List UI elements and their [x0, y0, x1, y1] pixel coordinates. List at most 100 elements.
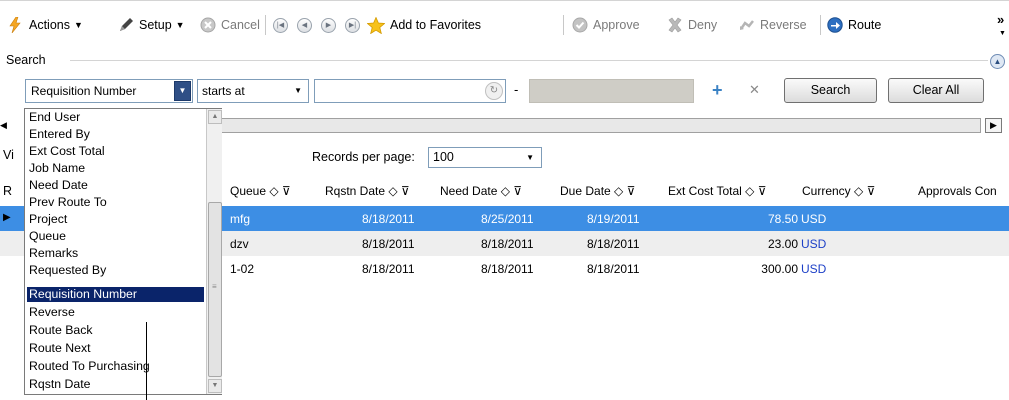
scroll-down-icon[interactable]: ▼ [208, 379, 222, 393]
search-panel-header: Search ▲ [0, 50, 1009, 72]
rqstn-date-cell: 8/18/2011 [362, 212, 415, 226]
column-label: Queue [230, 184, 267, 198]
need-date-cell: 8/18/2011 [481, 262, 534, 276]
search-title: Search [6, 53, 46, 67]
refresh-icon[interactable]: ↻ [485, 82, 503, 100]
ext-cost-cell: 23.00 [767, 237, 798, 251]
add-criteria-icon[interactable]: + [712, 80, 723, 101]
scroll-left-icon[interactable]: ◀ [0, 118, 8, 133]
column-header-ext-cost-total[interactable]: Ext Cost Total ◇ ⊽ [668, 184, 767, 198]
reverse-label: Reverse [760, 18, 807, 32]
dropdown-scrollbar[interactable]: ▲ ≡ ▼ [206, 109, 222, 394]
due-date-cell: 8/18/2011 [587, 262, 640, 276]
dropdown-option[interactable]: Remarks [27, 246, 204, 261]
dropdown-option[interactable]: Job Name [27, 161, 204, 176]
rqstn-date-cell: 8/18/2011 [362, 237, 415, 251]
collapse-icon[interactable]: ▲ [990, 54, 1005, 69]
scroll-up-icon[interactable]: ▲ [208, 110, 222, 124]
dropdown-option[interactable]: Route Back [27, 323, 204, 338]
route-arrow-icon [827, 17, 843, 33]
actions-label: Actions [29, 18, 70, 32]
column-label: Rqstn Date [325, 184, 386, 198]
dropdown-option[interactable]: Requested By [27, 263, 204, 278]
column-header-approvals[interactable]: Approvals Con [918, 184, 997, 198]
approve-button[interactable]: Approve [572, 12, 640, 38]
due-date-cell: 8/19/2011 [587, 212, 640, 226]
dropdown-option[interactable]: End User [27, 110, 204, 125]
chevron-down-icon[interactable]: ▼ [174, 81, 191, 101]
last-icon: ▶| [345, 17, 360, 33]
next-record-button[interactable]: ▶ [321, 12, 336, 38]
currency-link[interactable]: USD [801, 212, 826, 226]
search-field-value: Requisition Number [31, 84, 137, 98]
setup-menu[interactable]: Setup ▼ [118, 12, 185, 38]
column-header-need-date[interactable]: Need Date ◇ ⊽ [440, 184, 522, 198]
remove-criteria-icon[interactable]: ✕ [749, 82, 760, 98]
lightning-icon [8, 16, 24, 34]
scroll-right-icon[interactable]: ▶ [985, 118, 1002, 133]
deny-label: Deny [688, 18, 718, 32]
column-header-due-date[interactable]: Due Date ◇ ⊽ [560, 184, 635, 198]
due-date-cell: 8/18/2011 [587, 237, 640, 251]
scrollbar-track[interactable] [200, 118, 981, 133]
first-record-button[interactable]: |◀ [273, 12, 288, 38]
cancel-icon [200, 17, 216, 33]
search-range-end-input[interactable] [529, 79, 694, 103]
currency-link[interactable]: USD [801, 262, 826, 276]
dropdown-option-selected[interactable]: Requisition Number [27, 287, 204, 302]
cancel-label: Cancel [221, 18, 260, 32]
search-value-input[interactable]: ↻ [314, 79, 506, 103]
search-field-dropdown-list[interactable]: End User Entered By Ext Cost Total Job N… [24, 108, 222, 395]
divider [70, 60, 988, 61]
dropdown-option[interactable]: Need Date [27, 178, 204, 193]
dropdown-option[interactable]: Rqstn Date [27, 377, 204, 392]
previous-record-button[interactable]: ◀ [297, 12, 312, 38]
search-field-select[interactable]: Requisition Number ▼ [25, 79, 193, 103]
chevron-down-icon: ▼ [175, 20, 185, 30]
currency-link[interactable]: USD [801, 237, 826, 251]
column-label: Due Date [560, 184, 611, 198]
search-operator-select[interactable]: starts at ▼ [197, 79, 309, 103]
column-header-queue[interactable]: Queue ◇ ⊽ [230, 184, 291, 198]
checkmark-icon [572, 17, 588, 33]
add-to-favorites-button[interactable]: Add to Favorites [366, 12, 481, 38]
need-date-cell: 8/18/2011 [481, 237, 534, 251]
dropdown-option[interactable]: Entered By [27, 127, 204, 142]
need-date-cell: 8/25/2011 [481, 212, 534, 226]
current-row-indicator-icon: ▶ [3, 212, 11, 223]
dropdown-option[interactable]: Queue [27, 229, 204, 244]
route-button[interactable]: Route [827, 12, 881, 38]
star-icon [366, 16, 386, 35]
search-operator-value: starts at [202, 84, 245, 98]
dropdown-option[interactable]: Route Next [27, 341, 204, 356]
deny-button[interactable]: Deny [667, 12, 717, 38]
dropdown-option[interactable]: Ext Cost Total [27, 144, 204, 159]
queue-cell: 1-02 [230, 262, 255, 276]
column-label: Approvals Con [918, 184, 997, 198]
toolbar-divider [563, 15, 564, 35]
toolbar-divider [820, 15, 821, 35]
chevron-down-icon[interactable]: ▼ [999, 20, 1006, 46]
actions-menu[interactable]: Actions ▼ [8, 12, 83, 38]
next-icon: ▶ [321, 17, 336, 33]
dropdown-option[interactable]: Routed To Purchasing [27, 359, 204, 374]
queue-cell: mfg [230, 212, 251, 226]
range-separator: - [514, 82, 519, 97]
scrollbar-thumb[interactable]: ≡ [208, 202, 222, 377]
column-header-rqstn-date[interactable]: Rqstn Date ◇ ⊽ [325, 184, 410, 198]
last-record-button[interactable]: ▶| [345, 12, 360, 38]
chevron-down-icon: ▼ [526, 153, 534, 162]
search-button[interactable]: Search [784, 78, 877, 103]
column-header-currency[interactable]: Currency ◇ ⊽ [802, 184, 875, 198]
text-cursor-icon [146, 322, 147, 400]
dropdown-option[interactable]: Reverse [27, 305, 204, 320]
reverse-button[interactable]: Reverse [739, 12, 807, 38]
cancel-button[interactable]: Cancel [200, 12, 260, 38]
records-per-page-select[interactable]: 100 ▼ [428, 147, 542, 168]
setup-label: Setup [139, 18, 172, 32]
route-label: Route [848, 18, 882, 32]
dropdown-option[interactable]: Prev Route To [27, 195, 204, 210]
clear-all-button[interactable]: Clear All [888, 78, 984, 103]
ext-cost-cell: 78.50 [767, 212, 798, 226]
dropdown-option[interactable]: Project [27, 212, 204, 227]
